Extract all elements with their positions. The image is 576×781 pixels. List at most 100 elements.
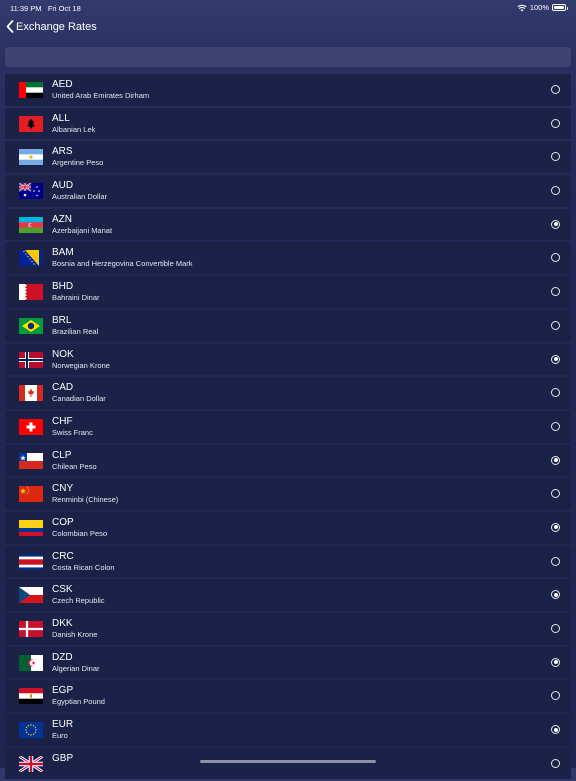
currency-text: BRL Brazilian Real bbox=[52, 315, 98, 337]
currency-row-crc[interactable]: CRC Costa Rican Colon bbox=[5, 545, 571, 578]
currency-row-csk[interactable]: CSK Czech Republic bbox=[5, 579, 571, 611]
currency-name: Chilean Peso bbox=[52, 461, 97, 471]
currency-radio[interactable] bbox=[551, 152, 560, 162]
currency-text: AZN Azerbaijani Manat bbox=[52, 214, 112, 236]
currency-row-eur[interactable]: EUR Euro bbox=[5, 714, 571, 746]
nav-title: Exchange Rates bbox=[16, 20, 97, 33]
currency-row-aud[interactable]: AUD Australian Dollar bbox=[5, 175, 571, 207]
currency-name: Czech Republic bbox=[52, 596, 105, 606]
currency-code: AED bbox=[52, 79, 73, 90]
flag-all-icon bbox=[19, 115, 43, 132]
currency-code: CNY bbox=[52, 483, 74, 495]
currency-row-nok[interactable]: NOK Norwegian Krone bbox=[5, 343, 571, 376]
currency-text: DKK Danish Krone bbox=[52, 618, 97, 640]
currency-radio[interactable] bbox=[551, 354, 560, 364]
currency-row-bhd[interactable]: BHD Bahraini Dinar bbox=[5, 276, 571, 308]
currency-name: Australian Dollar bbox=[52, 192, 108, 202]
currency-code: BAM bbox=[52, 247, 74, 259]
currency-code: EGP bbox=[52, 685, 74, 697]
flag-csk-icon bbox=[19, 587, 43, 604]
currency-radio[interactable] bbox=[551, 590, 560, 600]
home-indicator bbox=[200, 760, 376, 763]
currency-name: Colombian Peso bbox=[52, 528, 108, 538]
currency-row-clp[interactable]: CLP Chilean Peso bbox=[5, 444, 571, 477]
currency-text: COP Colombian Peso bbox=[52, 517, 107, 539]
currency-radio[interactable] bbox=[551, 657, 560, 667]
currency-text: CRC Costa Rican Colon bbox=[52, 551, 115, 573]
currency-text: CLP Chilean Peso bbox=[52, 450, 97, 472]
currency-text: ALL Albanian Lek bbox=[52, 113, 95, 135]
currency-name: Azerbaijani Manat bbox=[52, 225, 113, 235]
currency-name: Albanian Lek bbox=[52, 124, 96, 134]
currency-radio[interactable] bbox=[551, 455, 560, 465]
currency-list: AED United Arab Emirates Dirham ALL Albania… bbox=[5, 74, 571, 781]
currency-code: AUD bbox=[52, 180, 74, 192]
currency-text: AUD Australian Dollar bbox=[52, 180, 107, 202]
currency-radio[interactable] bbox=[551, 388, 560, 398]
currency-radio[interactable] bbox=[551, 85, 560, 94]
currency-row-gbp[interactable]: GBP bbox=[5, 747, 571, 780]
currency-radio[interactable] bbox=[551, 186, 560, 196]
currency-code: DKK bbox=[52, 618, 73, 629]
flag-bam-icon bbox=[19, 250, 43, 267]
currency-radio[interactable] bbox=[551, 219, 560, 229]
currency-radio[interactable] bbox=[551, 624, 560, 633]
currency-code: CAD bbox=[52, 382, 74, 394]
currency-text: CHF Swiss Franc bbox=[52, 416, 93, 438]
search-bar[interactable] bbox=[5, 47, 571, 67]
currency-text: GBP bbox=[52, 753, 73, 765]
chevron-left-icon bbox=[6, 20, 14, 33]
currency-radio[interactable] bbox=[551, 287, 560, 297]
currency-row-bam[interactable]: BAM Bosnia and Herzegovina Convertible Ma… bbox=[5, 242, 571, 275]
currency-row-ars[interactable]: ARS Argentine Peso bbox=[5, 141, 571, 174]
currency-radio[interactable] bbox=[551, 118, 560, 128]
currency-row-all[interactable]: ALL Albanian Lek bbox=[5, 107, 571, 140]
flag-aud-icon bbox=[19, 183, 43, 200]
currency-text: EUR Euro bbox=[52, 719, 73, 741]
flag-dzd-icon bbox=[19, 654, 43, 671]
currency-row-cad[interactable]: CAD Canadian Dollar bbox=[5, 377, 571, 409]
currency-row-aed[interactable]: AED United Arab Emirates Dirham bbox=[5, 74, 571, 106]
currency-name: Bosnia and Herzegovina Convertible Mark bbox=[52, 259, 193, 269]
flag-clp-icon bbox=[19, 452, 43, 469]
currency-row-chf[interactable]: CHF Swiss Franc bbox=[5, 410, 571, 443]
currency-text: CAD Canadian Dollar bbox=[52, 382, 106, 404]
currency-name: Norwegian Krone bbox=[52, 360, 110, 370]
currency-row-egp[interactable]: EGP Egyptian Pound bbox=[5, 680, 571, 713]
currency-text: CNY Renminbi (Chinese) bbox=[52, 483, 118, 505]
currency-text: DZD Algerian Dinar bbox=[52, 652, 100, 674]
currency-row-brl[interactable]: BRL Brazilian Real bbox=[5, 309, 571, 342]
back-button[interactable]: Exchange Rates bbox=[6, 20, 97, 33]
currency-row-cny[interactable]: CNY Renminbi (Chinese) bbox=[5, 478, 571, 510]
currency-radio[interactable] bbox=[551, 691, 560, 701]
currency-code: COP bbox=[52, 516, 74, 528]
wifi-icon bbox=[517, 4, 527, 11]
currency-radio[interactable] bbox=[551, 421, 560, 431]
currency-code: AZN bbox=[52, 213, 72, 225]
currency-row-cop[interactable]: COP Colombian Peso bbox=[5, 511, 571, 544]
currency-radio[interactable] bbox=[551, 556, 560, 566]
currency-code: CRC bbox=[52, 550, 74, 562]
currency-code: EUR bbox=[52, 719, 74, 731]
currency-row-dkk[interactable]: DKK Danish Krone bbox=[5, 613, 571, 645]
currency-name: Algerian Dinar bbox=[52, 663, 100, 673]
flag-crc-icon bbox=[19, 553, 43, 570]
currency-radio[interactable] bbox=[551, 253, 560, 263]
currency-row-azn[interactable]: AZN Azerbaijani Manat bbox=[5, 208, 571, 241]
currency-radio[interactable] bbox=[551, 725, 560, 735]
flag-cad-icon bbox=[19, 385, 43, 402]
battery-percent: 100% bbox=[529, 3, 549, 12]
currency-code: BRL bbox=[52, 314, 72, 326]
currency-radio[interactable] bbox=[551, 758, 560, 768]
nav-bar: Exchange Rates bbox=[0, 16, 576, 42]
currency-radio[interactable] bbox=[551, 489, 560, 499]
flag-cop-icon bbox=[19, 519, 43, 536]
flag-azn-icon bbox=[19, 216, 43, 233]
currency-code: CLP bbox=[52, 449, 72, 461]
currency-code: CSK bbox=[52, 584, 73, 596]
currency-row-dzd[interactable]: DZD Algerian Dinar bbox=[5, 646, 571, 679]
currency-text: NOK Norwegian Krone bbox=[52, 349, 110, 371]
currency-code: BHD bbox=[52, 281, 74, 293]
currency-radio[interactable] bbox=[551, 522, 560, 532]
currency-radio[interactable] bbox=[551, 320, 560, 330]
